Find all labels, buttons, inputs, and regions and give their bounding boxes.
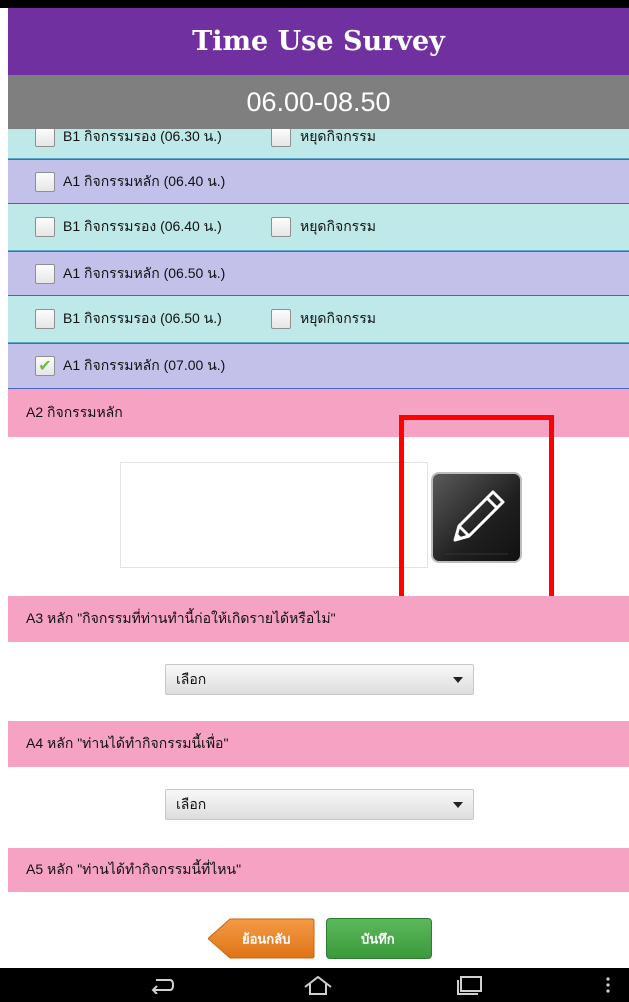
main-activity-checkbox-checked[interactable]: ✔ xyxy=(35,356,55,376)
secondary-activity-row: B1 กิจกรรมรอง (06.40 น.) หยุดกิจกรรม xyxy=(8,204,629,251)
stop-activity-checkbox[interactable] xyxy=(271,129,291,147)
secondary-activity-label: B1 กิจกรรมรอง (06.30 น.) xyxy=(63,129,222,144)
a4-select-value: เลือก xyxy=(176,795,207,812)
stop-activity-checkbox[interactable] xyxy=(271,309,291,329)
main-activity-label: A1 กิจกรรมหลัก (06.50 น.) xyxy=(63,264,226,281)
section-a3-header: A3 หลัก "กิจกรรมที่ท่านทำนี้ก่อให้เกิดรา… xyxy=(8,596,629,642)
main-activity-row: A1 กิจกรรมหลัก (06.40 น.) xyxy=(8,159,629,204)
checkmark-icon: ✔ xyxy=(38,356,52,375)
main-activity-checkbox[interactable] xyxy=(35,171,55,192)
back-icon xyxy=(151,979,174,994)
save-button[interactable]: บันทึก xyxy=(326,918,432,959)
main-activity-row: A1 กิจกรรมหลัก (06.50 น.) xyxy=(8,251,629,296)
stop-activity-label: หยุดกิจกรรม xyxy=(300,310,376,326)
dropdown-arrow-icon xyxy=(453,676,463,683)
main-activity-checkbox[interactable] xyxy=(35,263,55,284)
dropdown-arrow-icon xyxy=(453,801,463,808)
main-activity-label: A1 กิจกรรมหลัก (07.00 น.) xyxy=(63,357,226,373)
nav-recent-button[interactable] xyxy=(452,968,488,1002)
nav-home-button[interactable] xyxy=(300,968,336,1002)
a3-select[interactable]: เลือก xyxy=(165,664,474,695)
recent-apps-icon xyxy=(457,976,482,995)
app-title: Time Use Survey xyxy=(192,26,445,57)
section-a3-label: A3 หลัก "กิจกรรมที่ท่านทำนี้ก่อให้เกิดรา… xyxy=(26,610,336,626)
home-icon xyxy=(304,975,332,995)
save-button-label: บันทึก xyxy=(361,931,395,946)
section-a5-label: A5 หลัก "ท่านได้ทำกิจกรรมนี้ที่ไหน" xyxy=(26,861,242,877)
time-range: 06.00-08.50 xyxy=(246,86,391,117)
section-a4-label: A4 หลัก "ท่านได้ทำกิจกรรมนี้เพื่อ" xyxy=(26,735,229,751)
secondary-activity-row: B1 กิจกรรมรอง (06.50 น.) หยุดกิจกรรม xyxy=(8,296,629,343)
back-button-label: ย้อนกลับ xyxy=(242,931,291,946)
time-range-bar: 06.00-08.50 xyxy=(0,75,629,129)
main-activity-row: ✔ A1 กิจกรรมหลัก (07.00 น.) xyxy=(8,343,629,389)
nav-menu-button[interactable] xyxy=(598,968,618,1002)
highlight-box xyxy=(399,415,554,610)
secondary-activity-checkbox[interactable] xyxy=(35,309,55,329)
a3-select-value: เลือก xyxy=(176,670,207,687)
system-nav-bar xyxy=(0,968,629,1002)
secondary-activity-checkbox[interactable] xyxy=(35,129,55,147)
secondary-activity-checkbox[interactable] xyxy=(35,217,55,237)
back-button[interactable]: ย้อนกลับ xyxy=(208,918,315,959)
secondary-activity-label: B1 กิจกรรมรอง (06.50 น.) xyxy=(63,310,222,326)
secondary-activity-row: B1 กิจกรรมรอง (06.30 น.) หยุดกิจกรรม xyxy=(8,129,629,159)
a4-select[interactable]: เลือก xyxy=(165,789,474,820)
secondary-activity-label: B1 กิจกรรมรอง (06.40 น.) xyxy=(63,218,222,234)
section-a5-header: A5 หลัก "ท่านได้ทำกิจกรรมนี้ที่ไหน" xyxy=(8,848,629,892)
app-title-bar: Time Use Survey xyxy=(0,8,629,75)
section-a4-header: A4 หลัก "ท่านได้ทำกิจกรรมนี้เพื่อ" xyxy=(8,721,629,767)
overflow-menu-icon xyxy=(606,977,610,993)
stop-activity-label: หยุดกิจกรรม xyxy=(300,218,376,234)
stop-activity-label: หยุดกิจกรรม xyxy=(300,129,376,144)
nav-back-button[interactable] xyxy=(145,968,179,1002)
main-activity-label: A1 กิจกรรมหลัก (06.40 น.) xyxy=(63,172,226,189)
stop-activity-checkbox[interactable] xyxy=(271,217,291,237)
activity-text-field[interactable] xyxy=(120,462,428,568)
status-bar xyxy=(0,0,629,8)
activity-list[interactable]: B1 กิจกรรมรอง (06.30 น.) หยุดกิจกรรม A1 … xyxy=(8,129,629,389)
section-a2-label: A2 กิจกรรมหลัก xyxy=(26,404,123,420)
